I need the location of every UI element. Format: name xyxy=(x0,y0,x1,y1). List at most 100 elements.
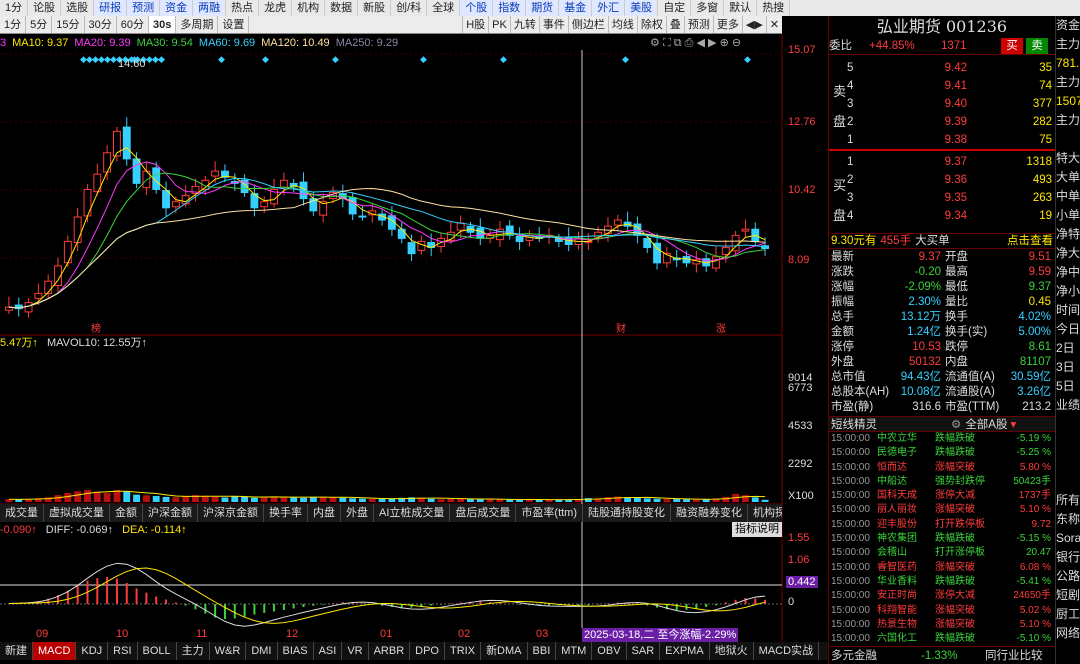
bottom-tab[interactable]: RSI xyxy=(108,642,138,660)
top-menu-item[interactable]: 机构 xyxy=(292,0,326,16)
news-stock[interactable]: 中农立华 xyxy=(877,432,935,446)
edge-item[interactable]: 今日 xyxy=(1056,320,1080,339)
bottom-tab[interactable]: 主力 xyxy=(177,642,210,660)
news-item[interactable]: 15:00:00 民德电子 跌幅跌破 -5.25 % xyxy=(831,446,1053,460)
bottom-tab[interactable]: MACD实战 xyxy=(754,642,820,660)
bids-row[interactable]: 4 9.34 19 xyxy=(847,207,1052,225)
top-menu-item[interactable]: 基金 xyxy=(559,0,593,16)
period-button[interactable]: 设置 xyxy=(218,16,250,33)
news-stock[interactable]: 热景生物 xyxy=(877,618,935,632)
top-menu-item[interactable]: 期货 xyxy=(526,0,560,16)
chart-tool-button[interactable]: 侧边栏 xyxy=(567,16,608,33)
top-menu-item[interactable]: 创/科 xyxy=(391,0,428,16)
edge-item[interactable]: 公路 xyxy=(1056,567,1080,586)
period-button[interactable]: 30s xyxy=(149,16,177,33)
edge-item[interactable]: 特大 xyxy=(1056,149,1080,168)
edge-item[interactable] xyxy=(1056,472,1080,491)
edge-item[interactable]: 资金 xyxy=(1056,16,1080,35)
news-stock[interactable]: 恒而达 xyxy=(877,461,935,475)
edge-item[interactable]: 2日 xyxy=(1056,339,1080,358)
news-item[interactable]: 15:00:00 六国化工 跌幅跌破 -5.10 % xyxy=(831,632,1053,646)
indicator-tab[interactable]: 市盈率(ttm) xyxy=(516,504,584,522)
edge-item[interactable]: 净特 xyxy=(1056,225,1080,244)
news-item[interactable]: 15:00:00 国科天成 涨停大减 1737手 xyxy=(831,489,1053,503)
news-item[interactable]: 15:00:00 恒而达 涨幅突破 5.80 % xyxy=(831,461,1053,475)
edge-item[interactable]: 主力 xyxy=(1056,35,1080,54)
bottom-tab[interactable]: BBI xyxy=(528,642,557,660)
chevron-down-icon[interactable]: ▾ xyxy=(1010,417,1016,431)
news-item[interactable]: 15:00:00 中船达 强势封跌停 50423手 xyxy=(831,475,1053,489)
top-menu-item[interactable]: 研报 xyxy=(94,0,128,16)
indicator-tab[interactable]: 换手率 xyxy=(264,504,308,522)
edge-item[interactable]: 净大 xyxy=(1056,244,1080,263)
bottom-tab[interactable]: OBV xyxy=(592,642,627,660)
top-menu-item[interactable]: 默认 xyxy=(724,0,758,16)
news-stock[interactable]: 民德电子 xyxy=(877,446,935,460)
indicator-tab[interactable]: 沪深金额 xyxy=(143,504,198,522)
chart-tool-button[interactable]: H股 xyxy=(462,16,488,33)
news-stock[interactable]: 科翔智能 xyxy=(877,604,935,618)
edge-item[interactable]: 主力 xyxy=(1056,111,1080,130)
news-item[interactable]: 15:00:00 迎丰股份 打开跌停板 9.72 xyxy=(831,518,1053,532)
news-item[interactable]: 15:00:00 丽人丽妆 涨幅突破 5.10 % xyxy=(831,503,1053,517)
bottom-tab[interactable]: TRIX xyxy=(445,642,482,660)
top-menu-item[interactable]: 两融 xyxy=(193,0,227,16)
asks-row[interactable]: 5 9.42 35 xyxy=(847,59,1052,77)
edge-item[interactable]: 中单 xyxy=(1056,187,1080,206)
top-menu-item[interactable]: 龙虎 xyxy=(259,0,293,16)
chart-tool-button[interactable]: 均线 xyxy=(607,16,637,33)
news-stock[interactable]: 会稽山 xyxy=(877,546,935,560)
indicator-tab[interactable]: 成交量 xyxy=(0,504,44,522)
news-stock[interactable]: 安正时尚 xyxy=(877,589,935,603)
news-item[interactable]: 15:00:00 会稽山 打开涨停板 20.47 xyxy=(831,546,1053,560)
chart-tool-button[interactable]: 除权 xyxy=(636,16,666,33)
top-menu-item[interactable]: 选股 xyxy=(61,0,95,16)
news-stock[interactable]: 华业香料 xyxy=(877,575,935,589)
indicator-tab[interactable]: 盘后成交量 xyxy=(450,504,517,522)
edge-item[interactable]: 银行 xyxy=(1056,548,1080,567)
buy-button[interactable]: 买 xyxy=(1001,38,1023,54)
top-menu-item[interactable]: 热搜 xyxy=(757,0,791,16)
news-item[interactable]: 15:00:00 安正时尚 涨停大减 24650手 xyxy=(831,589,1053,603)
news-stock[interactable]: 睿智医药 xyxy=(877,561,935,575)
news-item[interactable]: 15:00:00 科翔智能 涨幅突破 5.02 % xyxy=(831,604,1053,618)
indicator-help-button[interactable]: 指标说明 xyxy=(732,522,782,537)
top-menu-item[interactable]: 外汇 xyxy=(592,0,626,16)
asks-row[interactable]: 2 9.39 282 xyxy=(847,113,1052,131)
bottom-tab[interactable]: BIAS xyxy=(278,642,314,660)
chart-tool-button[interactable]: 更多 xyxy=(712,16,742,33)
bottom-tab[interactable]: KDJ xyxy=(76,642,109,660)
indicator-tab[interactable]: 融资融券变化 xyxy=(671,504,749,522)
period-button[interactable]: 1分 xyxy=(0,16,27,33)
edge-item[interactable]: 短剧 xyxy=(1056,586,1080,605)
chart-tool-button[interactable]: PK xyxy=(488,16,510,33)
top-menu-item[interactable]: 新股 xyxy=(358,0,392,16)
news-stock[interactable]: 丽人丽妆 xyxy=(877,503,935,517)
news-stock[interactable]: 神农集团 xyxy=(877,532,935,546)
gear-icon[interactable]: ⚙ xyxy=(951,417,961,431)
top-menu-item[interactable]: 美股 xyxy=(625,0,659,16)
edge-item[interactable] xyxy=(1056,434,1080,453)
edge-item[interactable]: 厨工 xyxy=(1056,605,1080,624)
news-item[interactable]: 15:00:00 神农集团 跌幅跌破 -5.15 % xyxy=(831,532,1053,546)
bottom-tab[interactable]: SAR xyxy=(627,642,661,660)
edge-item[interactable]: 净中 xyxy=(1056,263,1080,282)
indicator-tab[interactable]: 内盘 xyxy=(308,504,341,522)
chart-tool-button[interactable]: 叠 xyxy=(665,16,684,33)
list-icon[interactable]: ◀▶ xyxy=(741,16,766,33)
asks-row[interactable]: 3 9.40 377 xyxy=(847,95,1052,113)
bottom-tab[interactable]: ARBR xyxy=(369,642,411,660)
bids-row[interactable]: 1 9.37 1318 xyxy=(847,153,1052,171)
close-icon[interactable]: ✕ xyxy=(765,16,782,33)
bottom-tab[interactable]: MTM xyxy=(556,642,593,660)
period-button[interactable]: 多周期 xyxy=(176,16,219,33)
period-button[interactable]: 5分 xyxy=(26,16,53,33)
top-menu-item[interactable]: 数据 xyxy=(325,0,359,16)
edge-item[interactable] xyxy=(1056,130,1080,149)
edge-item[interactable]: 3日 xyxy=(1056,358,1080,377)
news-stock[interactable]: 六国化工 xyxy=(877,632,935,646)
bids-row[interactable]: 3 9.35 263 xyxy=(847,189,1052,207)
edge-item[interactable]: 1507 xyxy=(1056,92,1080,111)
chart-tool-button[interactable]: 预测 xyxy=(683,16,713,33)
period-button[interactable]: 30分 xyxy=(85,16,117,33)
